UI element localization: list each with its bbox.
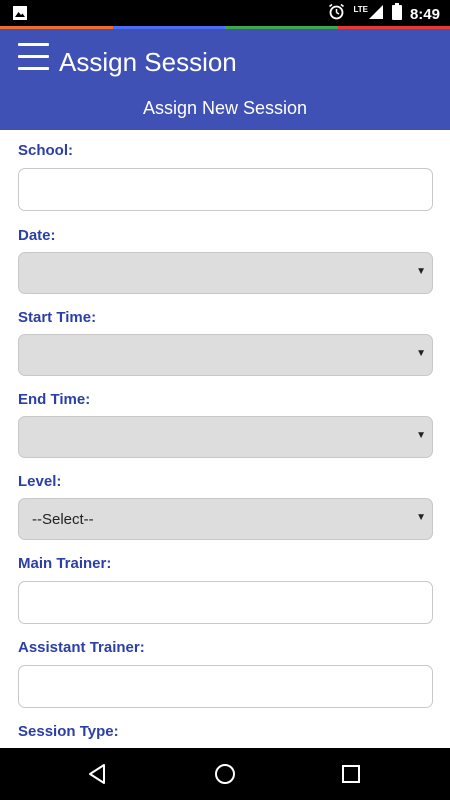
main-trainer-label: Main Trainer: (18, 555, 112, 572)
assistant-trainer-input[interactable] (18, 665, 433, 708)
image-notification-icon (12, 5, 28, 26)
status-time: 8:49 (409, 5, 440, 23)
school-input[interactable] (18, 168, 433, 211)
assign-session-form: School: Date: ▼ Start Time: ▼ End Time: … (0, 130, 450, 748)
school-label: School: (18, 142, 73, 159)
level-select[interactable]: --Select-- ▼ (18, 498, 433, 540)
dropdown-arrow-icon: ▼ (416, 266, 426, 277)
date-label: Date: (18, 227, 56, 244)
app-bar: Assign Session Assign New Session (0, 29, 450, 130)
alarm-icon (328, 3, 345, 25)
main-trainer-input[interactable] (18, 581, 433, 624)
battery-icon (391, 3, 402, 25)
page-title: Assign Session (59, 47, 237, 77)
status-bar: LTE 8:49 (0, 0, 450, 26)
end-time-select[interactable]: ▼ (18, 416, 433, 458)
dropdown-arrow-icon: ▼ (416, 348, 426, 359)
start-time-select[interactable]: ▼ (18, 334, 433, 376)
dropdown-arrow-icon: ▼ (416, 512, 426, 523)
session-type-label: Session Type: (18, 723, 119, 740)
home-icon[interactable] (212, 761, 238, 787)
signal-icon (368, 4, 384, 25)
back-icon[interactable] (85, 761, 111, 787)
start-time-label: Start Time: (18, 309, 97, 326)
system-nav-bar (0, 748, 450, 800)
level-select-value: --Select-- (32, 511, 94, 528)
page-subtitle: Assign New Session (142, 98, 308, 118)
network-type-label: LTE (353, 4, 368, 14)
recents-icon[interactable] (338, 761, 364, 787)
date-select[interactable]: ▼ (18, 252, 433, 294)
level-label: Level: (18, 473, 62, 490)
dropdown-arrow-icon: ▼ (416, 430, 426, 441)
hamburger-menu-icon[interactable] (18, 43, 50, 73)
assistant-trainer-label: Assistant Trainer: (18, 639, 145, 656)
end-time-label: End Time: (18, 391, 91, 408)
